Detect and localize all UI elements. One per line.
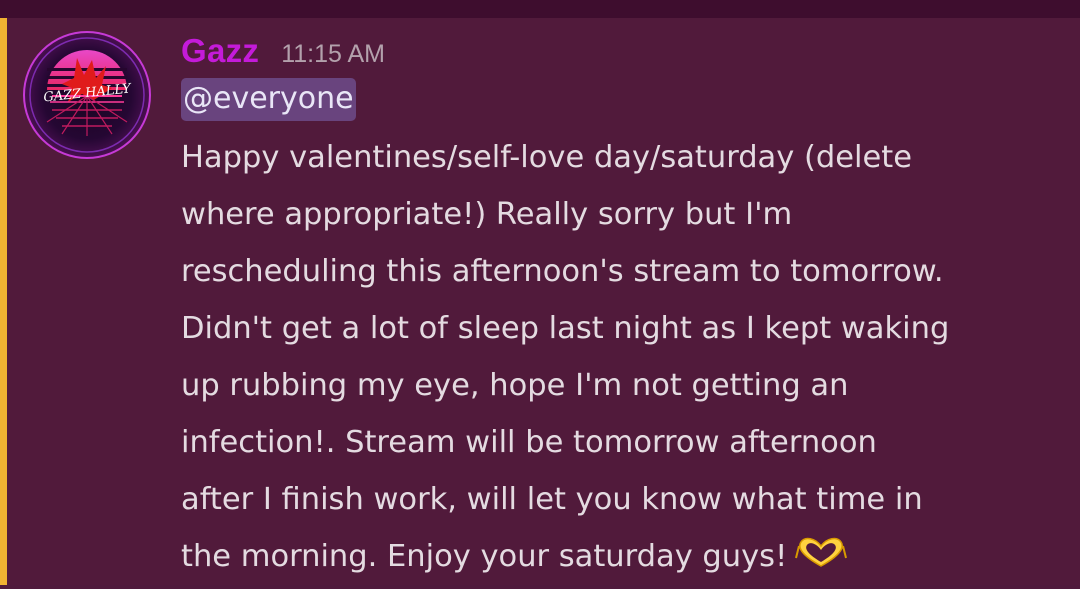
message-line: rescheduling this afternoon's stream to … (181, 254, 944, 289)
message-line: Didn't get a lot of sleep last night as … (181, 311, 950, 346)
message-line: up rubbing my eye, hope I'm not getting … (181, 368, 849, 403)
message-line: after I finish work, will let you know w… (181, 482, 923, 517)
mention-highlight-stripe (0, 18, 7, 585)
everyone-mention[interactable]: @everyone (181, 78, 356, 121)
heart-hands-icon[interactable] (793, 532, 849, 567)
channel-top-bar (0, 0, 1080, 18)
message-line: where appropriate!) Really sorry but I'm (181, 197, 793, 232)
message-line: Happy valentines/self-love day/saturday … (181, 140, 912, 175)
chat-message[interactable]: GAZZ HALLY Gazz 11:15 AM @everyone Happy… (0, 18, 1080, 585)
message-timestamp[interactable]: 11:15 AM (281, 40, 385, 69)
message-line: the morning. Enjoy your saturday guys! (181, 539, 788, 574)
message-line: infection!. Stream will be tomorrow afte… (181, 425, 877, 460)
avatar-logo-icon: GAZZ HALLY (23, 31, 151, 159)
message-body: Happy valentines/self-love day/saturday … (181, 129, 1051, 585)
message-header: Gazz 11:15 AM (181, 32, 1051, 76)
author-name[interactable]: Gazz (181, 32, 259, 70)
message-content: Gazz 11:15 AM @everyone Happy valentines… (181, 32, 1051, 585)
avatar[interactable]: GAZZ HALLY (22, 30, 152, 160)
